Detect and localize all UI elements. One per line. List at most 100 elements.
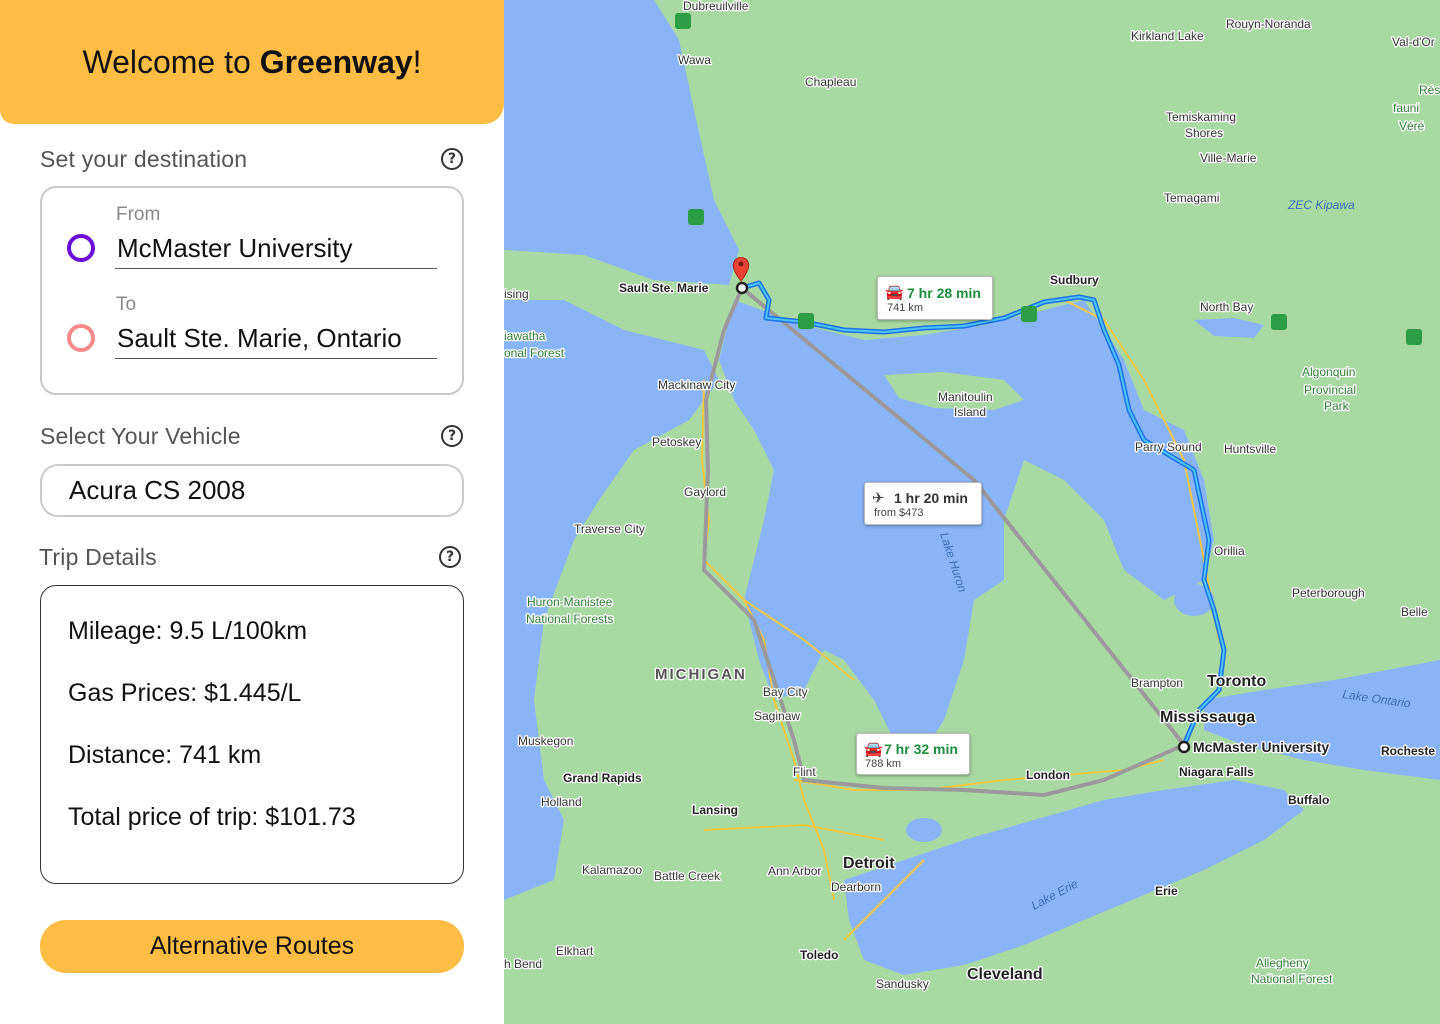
map-label-ising: ising (504, 287, 529, 301)
map-label-toronto: Toronto (1207, 673, 1266, 690)
distance-text: Distance: 741 km (68, 741, 262, 769)
vehicle-help-icon[interactable]: ? (441, 425, 463, 447)
map-label-allegheny2: National Forest (1251, 972, 1333, 986)
route-card-time: 7 hr 28 min (907, 285, 981, 301)
welcome-prefix: Welcome to (82, 43, 260, 80)
park-marker-icon (1406, 329, 1422, 345)
map-label-battlecreek: Battle Creek (654, 869, 721, 883)
sidebar-panel: Welcome to Greenway! Set your destinatio… (0, 0, 504, 1024)
mileage-text: Mileage: 9.5 L/100km (68, 617, 308, 645)
map-label-res1: Rés (1419, 83, 1440, 97)
map-label-mississauga: Mississauga (1160, 709, 1255, 726)
destination-marker-icon (67, 324, 95, 352)
map-label-rouyn: Rouyn-Noranda (1226, 17, 1311, 31)
trip-details-card: Mileage: 9.5 L/100km Gas Prices: $1.445/… (40, 585, 464, 884)
map-label-huronmanistee1: Huron-Manistee (527, 595, 613, 609)
map-label-algonquin2: Provincial (1304, 383, 1356, 397)
gas-price-text: Gas Prices: $1.445/L (68, 679, 302, 707)
mcmaster-endpoint-icon[interactable] (1177, 740, 1191, 754)
map-label-orillia: Orillia (1214, 544, 1245, 558)
route-card-driving-primary[interactable]: 🚘 7 hr 28 min 741 km (877, 276, 993, 320)
map-label-niagara: Niagara Falls (1179, 765, 1254, 779)
park-marker-icon (1021, 306, 1037, 322)
car-icon: 🚘 (885, 283, 904, 301)
map-label-wawa: Wawa (678, 53, 711, 67)
map-label-grandrapids: Grand Rapids (563, 771, 642, 785)
map-label-toledo: Toledo (800, 948, 838, 962)
map-label-kalamazoo: Kalamazoo (582, 863, 642, 877)
pin-dot (738, 261, 744, 267)
map-label-manitoulin2: Island (954, 405, 986, 419)
destination-card: From To (40, 186, 464, 395)
to-input[interactable] (115, 319, 437, 359)
map-label-cleveland: Cleveland (967, 966, 1043, 983)
map-label-hiawatha1: iawatha (504, 329, 546, 343)
map-label-zec: ZEC Kipawa (1287, 198, 1355, 212)
map-label-shores: Shores (1185, 126, 1223, 140)
park-marker-icon (688, 209, 704, 225)
welcome-suffix: ! (412, 43, 422, 80)
route-card-price: from $473 (874, 507, 924, 519)
to-label: To (116, 294, 137, 315)
route-map[interactable]: Dubreuilville Wawa Chapleau Rouyn-Norand… (504, 0, 1440, 1024)
from-input[interactable] (115, 229, 437, 269)
map-label-huronmanistee2: National Forests (526, 612, 613, 626)
map-label-mackinaw: Mackinaw City (658, 378, 735, 392)
welcome-title: Welcome to Greenway! (82, 44, 421, 81)
map-label-sudbury: Sudbury (1050, 273, 1099, 287)
map-label-gaylord: Gaylord (684, 485, 726, 499)
map-label-allegheny1: Allegheny (1256, 956, 1309, 970)
map-label-dubreuillville: Dubreuilville (683, 0, 749, 13)
total-price-text: Total price of trip: $101.73 (68, 803, 356, 831)
car-icon: 🚘 (864, 740, 883, 758)
map-label-dearborn: Dearborn (831, 880, 881, 894)
map-label-annarbor: Ann Arbor (768, 864, 821, 878)
map-label-huntsville: Huntsville (1224, 442, 1276, 456)
from-label: From (116, 204, 161, 225)
map-label-elkhart: Elkhart (556, 944, 594, 958)
map-label-rochester: Rocheste (1381, 744, 1435, 758)
park-marker-icon (675, 13, 691, 29)
map-label-temagami: Temagami (1164, 191, 1219, 205)
park-marker-icon (1271, 314, 1287, 330)
map-label-sandusky: Sandusky (876, 977, 929, 991)
map-label-belle: Belle (1401, 605, 1428, 619)
map-label-buffalo: Buffalo (1288, 793, 1329, 807)
vehicle-select[interactable]: Acura CS 2008 (40, 464, 464, 517)
brand-name: Greenway (259, 43, 413, 80)
map-label-valdor: Val-d'Or (1392, 35, 1435, 49)
plane-icon: ✈ (872, 489, 885, 507)
route-card-flight[interactable]: ✈ 1 hr 20 min from $473 (864, 482, 982, 525)
trip-help-icon[interactable]: ? (439, 546, 461, 568)
sault-endpoint-icon[interactable] (735, 281, 749, 295)
map-label-traverse: Traverse City (574, 522, 645, 536)
map-label-lansing: Lansing (692, 803, 738, 817)
map-label-peterborough: Peterborough (1292, 586, 1365, 600)
map-label-mcmaster: McMaster University (1193, 739, 1329, 755)
map-label-res2: fauni (1393, 101, 1419, 115)
map-label-michigan: MICHIGAN (655, 666, 747, 683)
map-label-petoskey: Petoskey (652, 435, 701, 449)
map-label-detroit: Detroit (843, 855, 895, 872)
map-label-holland: Holland (541, 795, 582, 809)
map-label-parrysound: Parry Sound (1135, 440, 1202, 454)
welcome-header: Welcome to Greenway! (0, 0, 504, 124)
map-label-muskegon: Muskegon (518, 734, 573, 748)
park-marker-icon (798, 313, 814, 329)
map-label-temiskaming: Temiskaming (1166, 110, 1236, 124)
route-card-driving-alternate[interactable]: 🚘 7 hr 32 min 788 km (856, 733, 970, 775)
lake-st-clair (906, 818, 942, 842)
map-label-kirkland: Kirkland Lake (1131, 29, 1204, 43)
map-label-sault: Sault Ste. Marie (619, 281, 709, 295)
map-label-bend: h Bend (504, 957, 542, 971)
map-label-manitoulin1: Manitoulin (938, 390, 993, 404)
map-label-algonquin1: Algonquin (1302, 365, 1355, 379)
trip-section-label: Trip Details (39, 544, 157, 570)
map-label-villemarie: Ville-Marie (1200, 151, 1257, 165)
alternative-routes-button[interactable]: Alternative Routes (40, 920, 464, 973)
map-label-baycity: Bay City (763, 685, 808, 699)
vehicle-section-label: Select Your Vehicle (40, 423, 241, 449)
destination-section-label: Set your destination (40, 146, 248, 172)
map-label-london: London (1026, 768, 1070, 782)
destination-help-icon[interactable]: ? (441, 148, 463, 170)
